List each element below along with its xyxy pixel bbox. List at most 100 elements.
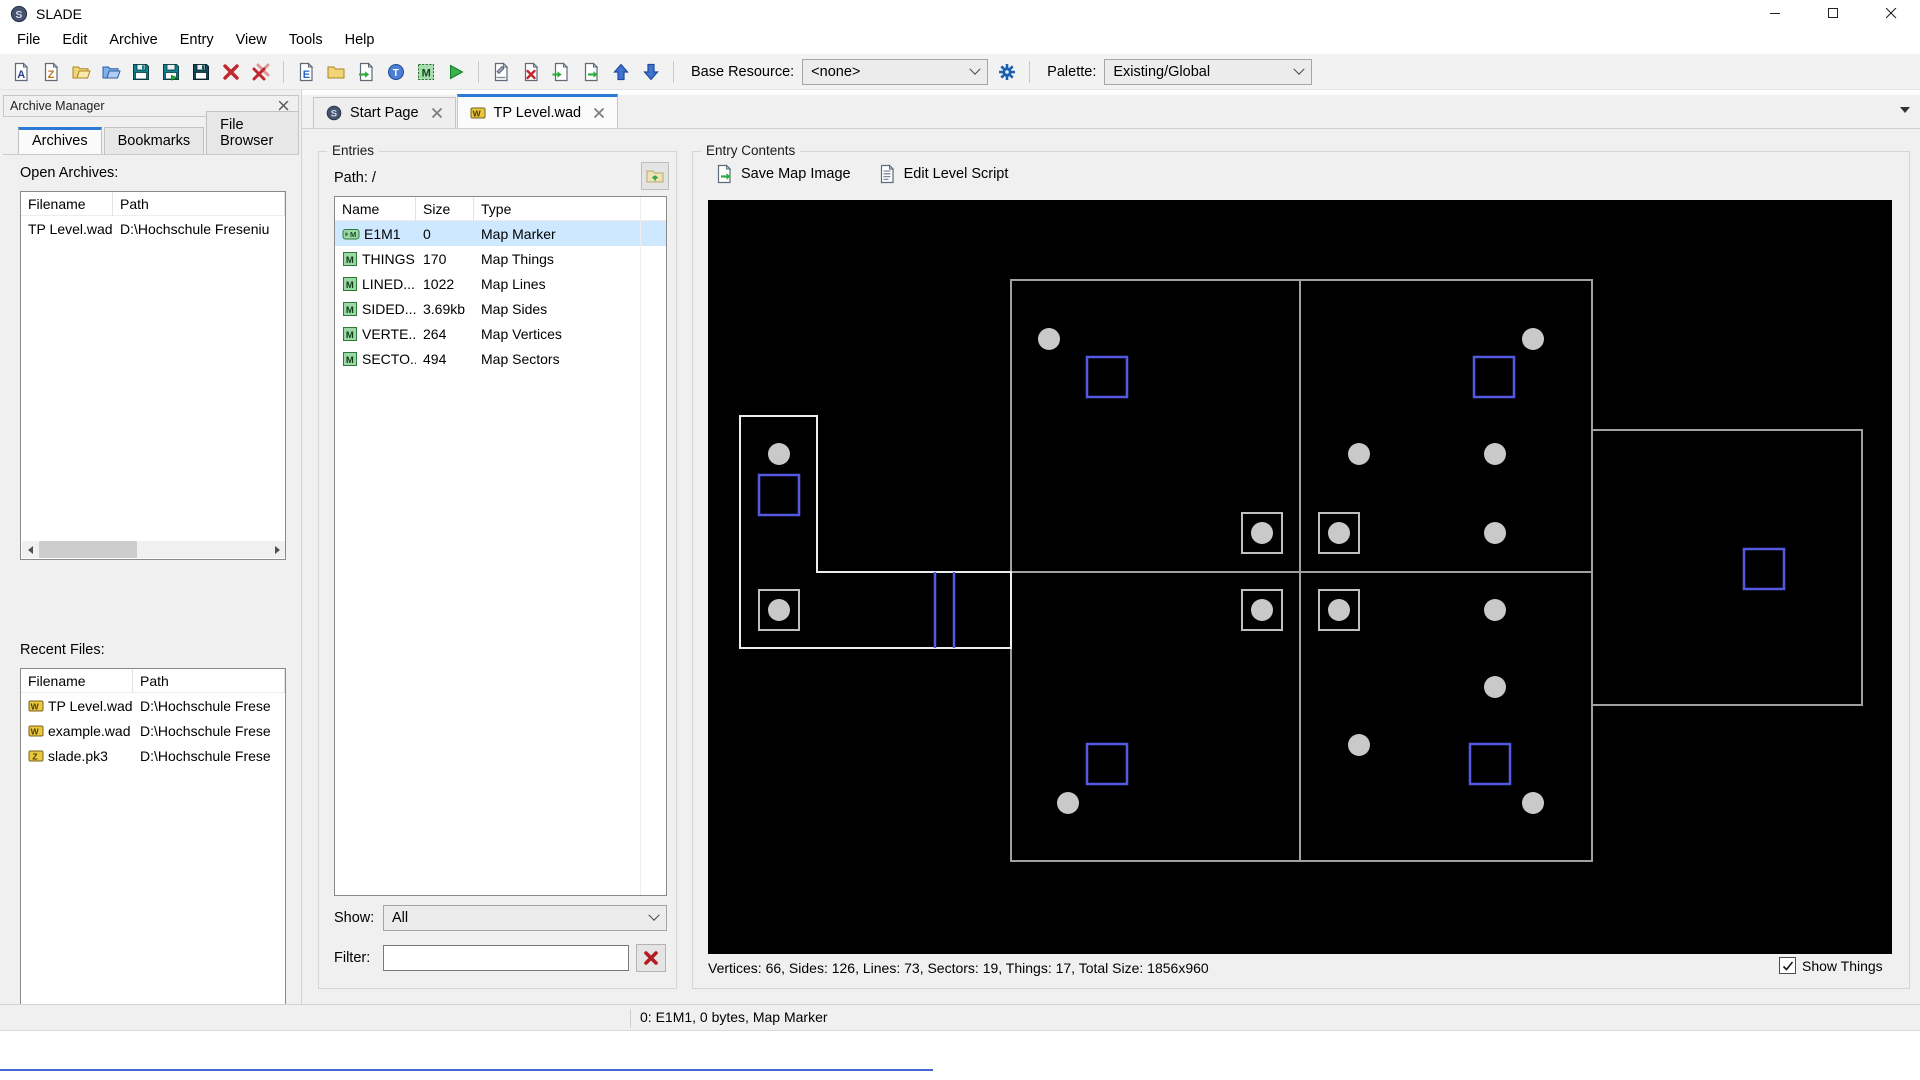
cell-size: 1022 [416, 276, 474, 292]
entry-row[interactable]: M SIDED... 3.69kb Map Sides [335, 296, 666, 321]
palette-combobox[interactable]: Existing/Global [1104, 58, 1313, 85]
base-resource-combobox[interactable]: <none> [802, 58, 989, 85]
scrollbar-track[interactable] [39, 541, 269, 558]
tab-file-browser[interactable]: File Browser [206, 111, 299, 154]
entry-row[interactable]: M LINED... 1022 Map Lines [335, 271, 666, 296]
column-header-name[interactable]: Name [335, 197, 416, 221]
document-tab-bar: S Start Page W TP Level.wad [302, 94, 1920, 129]
minimize-button[interactable] [1746, 0, 1804, 27]
recent-files-list[interactable]: Filename Path W TP Level.wad D:\Hochschule F… [20, 668, 286, 1036]
cell-size: 264 [416, 326, 474, 342]
close-button[interactable] [1862, 0, 1920, 27]
recent-file-row[interactable]: Wexample.wad D:\Hochschule Frese [21, 718, 285, 743]
new-entry-button[interactable]: E [291, 58, 321, 86]
wad-icon: W [470, 105, 486, 121]
entry-row[interactable]: M E1M1 0 Map Marker [335, 221, 666, 246]
menu-tools[interactable]: Tools [278, 27, 334, 54]
menu-view[interactable]: View [225, 27, 278, 54]
button-label: Edit Level Script [903, 166, 1009, 182]
tab-tp-level-wad[interactable]: W TP Level.wad [456, 94, 619, 128]
column-header-filename[interactable]: Filename [21, 192, 113, 216]
close-all-button[interactable] [246, 58, 276, 86]
recent-file-row[interactable]: Zslade.pk3 D:\Hochschule Frese [21, 743, 285, 768]
save-all-button[interactable] [186, 58, 216, 86]
open-archive-button[interactable] [66, 58, 96, 86]
show-things-checkbox[interactable] [1779, 957, 1796, 974]
map-preview-image [708, 200, 1892, 954]
pk3-icon: Z [28, 748, 44, 764]
entry-row[interactable]: M SECTO... 494 Map Sectors [335, 346, 666, 371]
scroll-left-button[interactable] [22, 541, 39, 558]
toolbar: A Z E T M Base Resource: <none> Palette: Exi… [0, 54, 1920, 90]
folder-open-blue-icon [101, 62, 121, 82]
svg-text:Z: Z [48, 69, 55, 81]
floppy-icon [131, 62, 151, 82]
open-archives-list[interactable]: Filename Path TP Level.wad D:\Hochschule Fr… [20, 191, 286, 560]
cell-size: 0 [416, 226, 474, 242]
save-map-image-button[interactable]: Save Map Image [708, 162, 857, 186]
tab-archives[interactable]: Archives [18, 127, 102, 154]
cell-type: Map Vertices [474, 326, 641, 342]
menu-entry[interactable]: Entry [169, 27, 225, 54]
run-archive-button[interactable] [441, 58, 471, 86]
tab-bookmarks[interactable]: Bookmarks [103, 127, 205, 154]
cell-name: M LINED... [335, 276, 416, 292]
delete-entry-button[interactable] [516, 58, 546, 86]
column-header-path[interactable]: Path [133, 669, 285, 693]
svg-text:W: W [472, 108, 481, 118]
column-header-path[interactable]: Path [113, 192, 285, 216]
up-directory-button[interactable] [641, 162, 669, 190]
menu-edit[interactable]: Edit [51, 27, 98, 54]
column-header-filename[interactable]: Filename [21, 669, 133, 693]
map-editor-button[interactable]: M [411, 58, 441, 86]
entries-list[interactable]: Name Size Type M E1M1 0 Map Marker M THINGS 170 Ma… [334, 196, 667, 896]
close-tab-icon[interactable] [593, 107, 605, 119]
tab-start-page[interactable]: S Start Page [313, 97, 456, 128]
entry-row[interactable]: M THINGS 170 Map Things [335, 246, 666, 271]
export-entry-button[interactable] [576, 58, 606, 86]
horizontal-scrollbar[interactable] [22, 541, 285, 558]
column-header-type[interactable]: Type [474, 197, 641, 221]
cell-text: 3.69kb [423, 300, 466, 317]
tab-list-dropdown-icon[interactable] [1900, 107, 1910, 113]
menu-file[interactable]: File [6, 27, 51, 54]
map-lump-icon: M [342, 326, 358, 342]
map-special-square [1472, 355, 1516, 399]
save-button[interactable] [126, 58, 156, 86]
new-directory-button[interactable] [321, 58, 351, 86]
import-files-button[interactable] [351, 58, 381, 86]
menu-archive[interactable]: Archive [98, 27, 168, 54]
column-header-size[interactable]: Size [416, 197, 474, 221]
edit-level-script-button[interactable]: Edit Level Script [871, 162, 1015, 186]
texture-editor-button[interactable]: T [381, 58, 411, 86]
import-entry-button[interactable] [546, 58, 576, 86]
slade-icon: S [326, 105, 342, 121]
clear-filter-button[interactable] [636, 944, 666, 972]
recent-file-row[interactable]: W TP Level.wad D:\Hochschule Frese [21, 693, 285, 718]
new-zip-button[interactable]: Z [36, 58, 66, 86]
palette-label: Palette: [1047, 63, 1097, 80]
entry-row[interactable]: M VERTE... 264 Map Vertices [335, 321, 666, 346]
close-tab-icon[interactable] [431, 107, 443, 119]
scrollbar-thumb[interactable] [39, 541, 137, 558]
close-archive-button[interactable] [216, 58, 246, 86]
floppy-as-icon [161, 62, 181, 82]
open-archive-row[interactable]: TP Level.wad D:\Hochschule Freseniu [21, 216, 285, 241]
rename-entry-button[interactable] [486, 58, 516, 86]
cell-type: Map Marker [474, 226, 641, 242]
filter-input[interactable] [383, 945, 629, 971]
show-combobox[interactable]: All [383, 905, 667, 931]
svg-text:M: M [346, 279, 354, 290]
gear-icon [997, 62, 1017, 82]
wad-icon: W [28, 723, 44, 739]
new-wad-button[interactable]: A [6, 58, 36, 86]
menu-help[interactable]: Help [334, 27, 386, 54]
open-directory-button[interactable] [96, 58, 126, 86]
check-icon [1782, 961, 1793, 971]
move-up-button[interactable] [606, 58, 636, 86]
scroll-right-button[interactable] [269, 541, 285, 558]
maximize-button[interactable] [1804, 0, 1862, 27]
base-resource-settings-button[interactable] [992, 58, 1022, 86]
move-down-button[interactable] [636, 58, 666, 86]
save-as-button[interactable] [156, 58, 186, 86]
